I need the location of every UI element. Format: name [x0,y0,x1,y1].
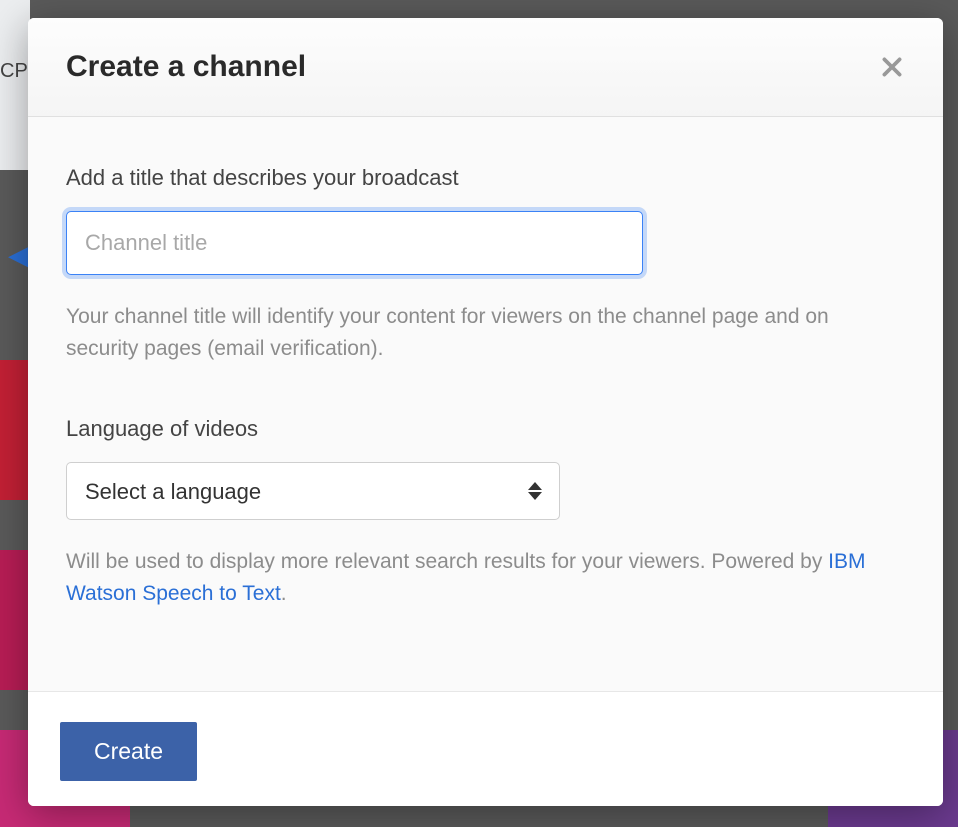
create-button[interactable]: Create [60,722,197,781]
title-helper-text: Your channel title will identify your co… [66,301,896,364]
bg-panel [0,0,30,170]
language-field-label: Language of videos [66,416,905,442]
language-select[interactable]: Select a language [66,462,560,520]
modal-footer: Create [28,691,943,806]
language-helper-prefix: Will be used to display more relevant se… [66,550,828,573]
language-helper-suffix: . [281,582,287,605]
bg-partial-text: CP [0,60,28,83]
create-channel-modal: Create a channel Add a title that descri… [28,18,943,806]
bg-back-arrow: ◀ [8,240,28,271]
close-icon [879,54,905,80]
title-field-label: Add a title that describes your broadcas… [66,165,905,191]
modal-body: Add a title that describes your broadcas… [28,117,943,691]
modal-header: Create a channel [28,18,943,117]
language-select-wrap: Select a language [66,462,560,520]
modal-title: Create a channel [66,50,306,84]
title-field-group: Add a title that describes your broadcas… [66,165,905,364]
bg-stripe [0,360,28,500]
language-field-group: Language of videos Select a language Wil… [66,416,905,609]
language-helper-text: Will be used to display more relevant se… [66,546,896,609]
channel-title-input[interactable] [66,211,643,275]
bg-stripe [0,550,28,690]
close-button[interactable] [879,54,905,80]
